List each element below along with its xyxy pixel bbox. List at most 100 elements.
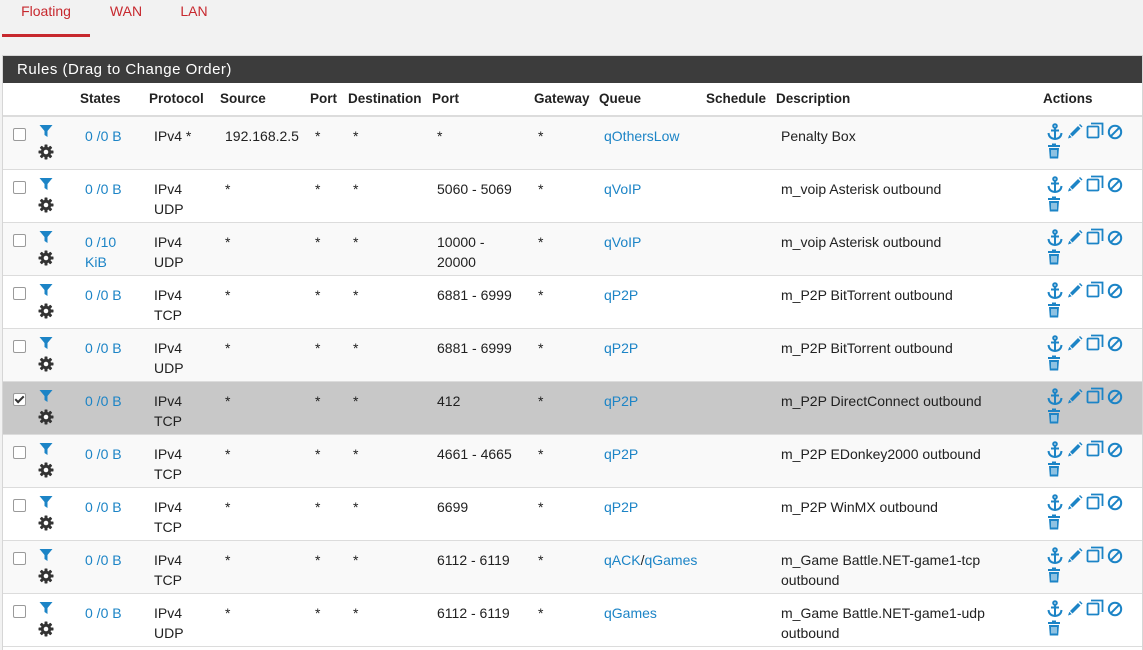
anchor-icon[interactable] xyxy=(1046,547,1064,565)
disable-icon[interactable] xyxy=(1107,601,1123,617)
filter-icon[interactable] xyxy=(39,177,53,191)
trash-icon[interactable] xyxy=(1047,408,1061,424)
states-link[interactable]: 0 /0 B xyxy=(85,603,122,623)
gear-icon[interactable] xyxy=(38,462,54,478)
anchor-icon[interactable] xyxy=(1046,282,1064,300)
anchor-icon[interactable] xyxy=(1046,229,1064,247)
table-row[interactable]: 0 /0 B IPv4 UDP * * * 6112 - 6119 * qGames m_Game… xyxy=(3,594,1142,647)
trash-icon[interactable] xyxy=(1047,355,1061,371)
col-destination[interactable]: Destination xyxy=(348,91,422,106)
copy-icon[interactable] xyxy=(1086,175,1104,193)
disable-icon[interactable] xyxy=(1107,283,1123,299)
disable-icon[interactable] xyxy=(1107,230,1123,246)
states-link[interactable]: 0 /0 B xyxy=(85,550,122,570)
col-schedule[interactable]: Schedule xyxy=(706,91,766,106)
row-select-checkbox[interactable] xyxy=(13,340,26,353)
states-link[interactable]: 0 /0 B xyxy=(85,126,122,146)
states-link[interactable]: 0 /0 B xyxy=(85,497,122,517)
queue-link[interactable]: qP2P xyxy=(604,446,638,462)
disable-icon[interactable] xyxy=(1107,548,1123,564)
states-link[interactable]: 0 /0 B xyxy=(85,179,122,199)
queue-link[interactable]: qACK xyxy=(604,552,641,568)
filter-icon[interactable] xyxy=(39,495,53,509)
gear-icon[interactable] xyxy=(38,250,54,266)
copy-icon[interactable] xyxy=(1086,546,1104,564)
pencil-icon[interactable] xyxy=(1067,441,1083,457)
row-select-checkbox[interactable] xyxy=(13,287,26,300)
table-row[interactable]: 0 /0 B IPv4 TCP * * * 4661 - 4665 * qP2P m_P2P ED… xyxy=(3,435,1142,488)
disable-icon[interactable] xyxy=(1107,336,1123,352)
queue-link[interactable]: qVoIP xyxy=(604,181,641,197)
table-row[interactable]: 0 /0 B IPv4 TCP * * * 412 * qP2P m_P2P DirectConn… xyxy=(3,382,1142,435)
copy-icon[interactable] xyxy=(1086,334,1104,352)
copy-icon[interactable] xyxy=(1086,599,1104,617)
copy-icon[interactable] xyxy=(1086,122,1104,140)
row-select-checkbox[interactable] xyxy=(13,446,26,459)
table-row[interactable]: 0 /0 B IPv4 * 192.168.2.5 * * * * qOthersLow Pen… xyxy=(3,117,1142,170)
pencil-icon[interactable] xyxy=(1067,123,1083,139)
col-destination-port[interactable]: Port xyxy=(432,91,459,106)
copy-icon[interactable] xyxy=(1086,440,1104,458)
tab-lan[interactable]: LAN xyxy=(168,0,220,34)
states-link[interactable]: 0 /0 B xyxy=(85,338,122,358)
table-row[interactable]: 0 /0 B IPv4 TCP * * * 6699 * qP2P m_P2P WinMX out… xyxy=(3,488,1142,541)
queue-link[interactable]: qP2P xyxy=(604,499,638,515)
states-link[interactable]: 0 /10 KiB xyxy=(85,232,116,272)
filter-icon[interactable] xyxy=(39,230,53,244)
filter-icon[interactable] xyxy=(39,601,53,615)
tab-floating[interactable]: Floating xyxy=(2,0,90,37)
queue-link[interactable]: qP2P xyxy=(604,287,638,303)
row-select-checkbox[interactable] xyxy=(13,393,26,406)
disable-icon[interactable] xyxy=(1107,442,1123,458)
pencil-icon[interactable] xyxy=(1067,388,1083,404)
table-row[interactable]: 0 /10 KiB IPv4 UDP * * * 10000 - 20000 * qVoIP m_vo… xyxy=(3,223,1142,276)
trash-icon[interactable] xyxy=(1047,514,1061,530)
copy-icon[interactable] xyxy=(1086,281,1104,299)
states-link[interactable]: 0 /0 B xyxy=(85,444,122,464)
filter-icon[interactable] xyxy=(39,442,53,456)
anchor-icon[interactable] xyxy=(1046,335,1064,353)
anchor-icon[interactable] xyxy=(1046,600,1064,618)
filter-icon[interactable] xyxy=(39,336,53,350)
col-protocol[interactable]: Protocol xyxy=(149,91,204,106)
disable-icon[interactable] xyxy=(1107,495,1123,511)
queue-link[interactable]: qGames xyxy=(604,605,657,621)
filter-icon[interactable] xyxy=(39,389,53,403)
filter-icon[interactable] xyxy=(39,283,53,297)
gear-icon[interactable] xyxy=(38,356,54,372)
trash-icon[interactable] xyxy=(1047,461,1061,477)
pencil-icon[interactable] xyxy=(1067,229,1083,245)
row-select-checkbox[interactable] xyxy=(13,605,26,618)
copy-icon[interactable] xyxy=(1086,493,1104,511)
queue-link[interactable]: qOthersLow xyxy=(604,128,679,144)
col-source-port[interactable]: Port xyxy=(310,91,337,106)
filter-icon[interactable] xyxy=(39,548,53,562)
col-states[interactable]: States xyxy=(80,91,121,106)
pencil-icon[interactable] xyxy=(1067,335,1083,351)
pencil-icon[interactable] xyxy=(1067,547,1083,563)
anchor-icon[interactable] xyxy=(1046,494,1064,512)
gear-icon[interactable] xyxy=(38,568,54,584)
table-row[interactable]: 0 /0 B IPv4 TCP * * * 6881 - 6999 * qP2P m_P2P Bi… xyxy=(3,276,1142,329)
disable-icon[interactable] xyxy=(1107,389,1123,405)
trash-icon[interactable] xyxy=(1047,620,1061,636)
pencil-icon[interactable] xyxy=(1067,176,1083,192)
queue-link[interactable]: qP2P xyxy=(604,340,638,356)
gear-icon[interactable] xyxy=(38,303,54,319)
trash-icon[interactable] xyxy=(1047,302,1061,318)
trash-icon[interactable] xyxy=(1047,143,1061,159)
pencil-icon[interactable] xyxy=(1067,282,1083,298)
anchor-icon[interactable] xyxy=(1046,176,1064,194)
trash-icon[interactable] xyxy=(1047,196,1061,212)
queue-link[interactable]: qVoIP xyxy=(604,234,641,250)
gear-icon[interactable] xyxy=(38,144,54,160)
queue-link-secondary[interactable]: qGames xyxy=(644,552,697,568)
anchor-icon[interactable] xyxy=(1046,388,1064,406)
anchor-icon[interactable] xyxy=(1046,123,1064,141)
states-link[interactable]: 0 /0 B xyxy=(85,285,122,305)
col-description[interactable]: Description xyxy=(776,91,850,106)
row-select-checkbox[interactable] xyxy=(13,128,26,141)
gear-icon[interactable] xyxy=(38,197,54,213)
copy-icon[interactable] xyxy=(1086,228,1104,246)
table-row[interactable]: 0 /0 B IPv4 UDP * * * 6881 - 6999 * qP2P m_P2P Bi… xyxy=(3,329,1142,382)
